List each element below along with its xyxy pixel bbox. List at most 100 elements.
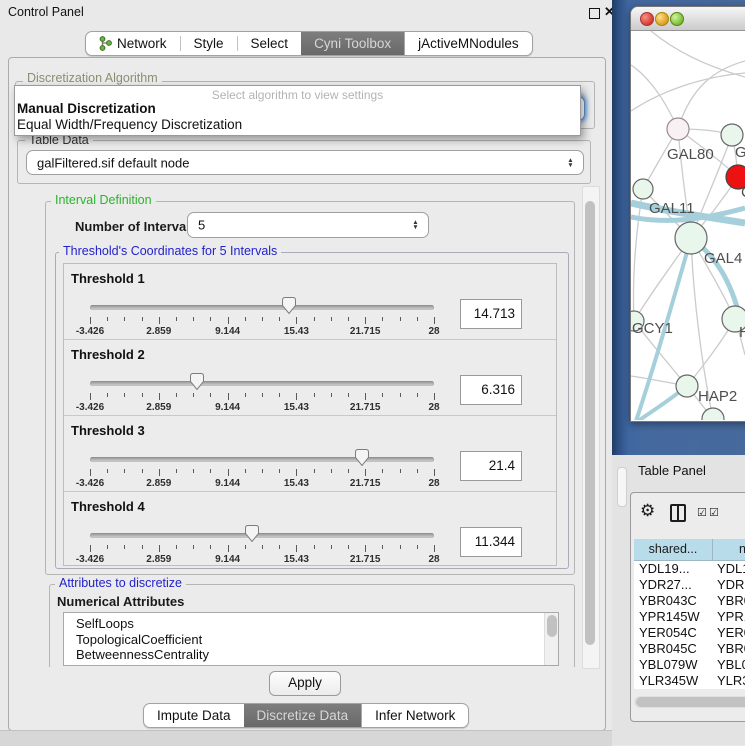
node-label: C xyxy=(741,184,745,201)
tick-mark xyxy=(176,317,177,321)
zoom-traffic-light-icon[interactable] xyxy=(670,12,684,26)
threshold-3-slider[interactable]: -3.4262.8599.14415.4321.71528 xyxy=(90,448,434,490)
tick-mark xyxy=(279,469,280,473)
node-label: HAP2 xyxy=(698,388,737,405)
tick-mark xyxy=(124,317,125,321)
tick-mark xyxy=(434,317,435,324)
settings-vertical-scrollbar[interactable] xyxy=(582,186,600,669)
slider-thumb[interactable] xyxy=(245,525,259,542)
option-equal-width-frequency[interactable]: Equal Width/Frequency Discretization xyxy=(17,117,242,132)
slider-thumb[interactable] xyxy=(355,449,369,466)
combo-arrows-icon xyxy=(411,220,420,230)
tab-discretize-data[interactable]: Discretize Data xyxy=(244,704,362,727)
tick-label: 21.715 xyxy=(350,326,381,337)
slider-thumb[interactable] xyxy=(190,373,204,390)
node-gal4[interactable] xyxy=(675,222,707,254)
table-cell: YBR043C xyxy=(634,593,712,609)
network-icon xyxy=(99,36,112,51)
tab-jactivemnodules[interactable]: jActiveMNodules xyxy=(404,32,532,55)
tick-mark xyxy=(107,469,108,473)
tick-mark xyxy=(159,545,160,552)
tick-mark xyxy=(245,469,246,473)
slider-track[interactable] xyxy=(90,533,434,538)
tick-mark xyxy=(348,469,349,473)
split-columns-icon[interactable] xyxy=(670,504,686,522)
tick-label: -3.426 xyxy=(76,478,104,489)
tick-mark xyxy=(331,393,332,397)
table-row[interactable]: YBR045CYBR0 xyxy=(634,641,745,657)
threshold-4-value-field[interactable]: 11.344 xyxy=(460,527,522,557)
slider-track[interactable] xyxy=(90,457,434,462)
table-row[interactable]: YBL079WYBL0 xyxy=(634,657,745,673)
slider-track[interactable] xyxy=(90,381,434,386)
table-cell: YBL0 xyxy=(712,657,745,673)
apply-button[interactable]: Apply xyxy=(269,671,341,696)
tick-mark xyxy=(365,317,366,324)
slider-thumb[interactable] xyxy=(282,297,296,314)
checkbox-icon[interactable]: ☑ xyxy=(697,506,707,519)
node-label: H xyxy=(739,324,745,341)
threshold-2-slider[interactable]: -3.4262.8599.14415.4321.71528 xyxy=(90,372,434,414)
table-cell: YBR0 xyxy=(712,593,745,609)
node-label: GA xyxy=(735,144,745,161)
node-hap2[interactable] xyxy=(676,375,698,397)
tick-mark xyxy=(90,393,91,400)
tick-mark xyxy=(296,545,297,552)
tab-style[interactable]: Style xyxy=(181,32,237,55)
tick-mark xyxy=(245,393,246,397)
tick-mark xyxy=(210,545,211,549)
threshold-row: Threshold 2 -3.4262.8599.14415.4321.7152… xyxy=(64,339,556,415)
tick-label: 2.859 xyxy=(146,402,171,413)
number-of-intervals-combo[interactable]: 5 xyxy=(187,212,429,238)
threshold-3-value-field[interactable]: 21.4 xyxy=(460,451,522,481)
table-data-combo[interactable]: galFiltered.sif default node xyxy=(26,150,584,175)
table-horizontal-scrollbar[interactable] xyxy=(634,696,745,708)
tick-mark xyxy=(365,393,366,400)
minimize-traffic-light-icon[interactable] xyxy=(655,12,669,26)
network-window-titlebar[interactable] xyxy=(631,7,745,31)
tick-mark xyxy=(417,545,418,549)
threshold-1-value-field[interactable]: 14.713 xyxy=(460,299,522,329)
table-row[interactable]: YER054CYER0 xyxy=(634,625,745,641)
tick-mark xyxy=(382,469,383,473)
tick-mark xyxy=(296,317,297,324)
checkbox-icon[interactable]: ☑ xyxy=(709,506,719,519)
table-row[interactable]: YPR145WYPR1 xyxy=(634,609,745,625)
column-header-name[interactable]: n xyxy=(713,539,745,560)
threshold-2-value-field[interactable]: 6.316 xyxy=(460,375,522,405)
network-canvas[interactable]: GAL80 GA GAL11 C GAL4 GCY1 H HAP2 xyxy=(631,31,745,420)
thresholds-container: Threshold 1 -3.4262.8599.14415.4321.7152… xyxy=(63,263,557,566)
table-row[interactable]: YDR27...YDR2 xyxy=(634,577,745,593)
tab-impute-data[interactable]: Impute Data xyxy=(144,704,244,727)
tab-cyni-toolbox[interactable]: Cyni Toolbox xyxy=(301,32,404,55)
tab-network[interactable]: Network xyxy=(86,32,180,55)
table-row[interactable]: YLR345WYLR3 xyxy=(634,673,745,689)
table-row[interactable]: YDL19...YDL1 xyxy=(634,561,745,577)
tab-select[interactable]: Select xyxy=(238,32,302,55)
float-window-icon[interactable] xyxy=(589,8,600,19)
node-green[interactable] xyxy=(721,124,743,146)
threshold-4-label: Threshold 4 xyxy=(71,499,145,514)
threshold-4-slider[interactable]: -3.4262.8599.14415.4321.71528 xyxy=(90,524,434,566)
column-header-shared-name[interactable]: shared... xyxy=(634,539,713,560)
node-gal11[interactable] xyxy=(633,179,653,199)
number-of-intervals-value: 5 xyxy=(198,218,205,233)
tab-infer-network[interactable]: Infer Network xyxy=(361,704,468,727)
panel-splitter-handle[interactable] xyxy=(617,467,627,507)
tick-mark xyxy=(90,545,91,552)
node-label: GAL4 xyxy=(704,250,742,267)
table-panel-body: ⚙ ☑ ☑ shared... n YDL19...YDL1YDR27...YD… xyxy=(630,492,745,722)
gear-icon[interactable]: ⚙ xyxy=(640,502,655,519)
threshold-1-slider[interactable]: -3.4262.8599.14415.4321.71528 xyxy=(90,296,434,338)
list-item[interactable]: SelfLoops xyxy=(64,616,558,632)
list-scrollbar[interactable] xyxy=(544,613,558,665)
list-item[interactable]: TopologicalCoefficient xyxy=(64,632,558,648)
thresholds-group-title: Threshold's Coordinates for 5 Intervals xyxy=(59,244,281,258)
node-pink[interactable] xyxy=(667,118,689,140)
slider-track[interactable] xyxy=(90,305,434,310)
tick-mark xyxy=(400,317,401,321)
list-item[interactable]: BetweennessCentrality xyxy=(64,647,558,663)
table-row[interactable]: YBR043CYBR0 xyxy=(634,593,745,609)
option-manual-discretization[interactable]: Manual Discretization xyxy=(17,101,156,116)
close-traffic-light-icon[interactable] xyxy=(640,12,654,26)
